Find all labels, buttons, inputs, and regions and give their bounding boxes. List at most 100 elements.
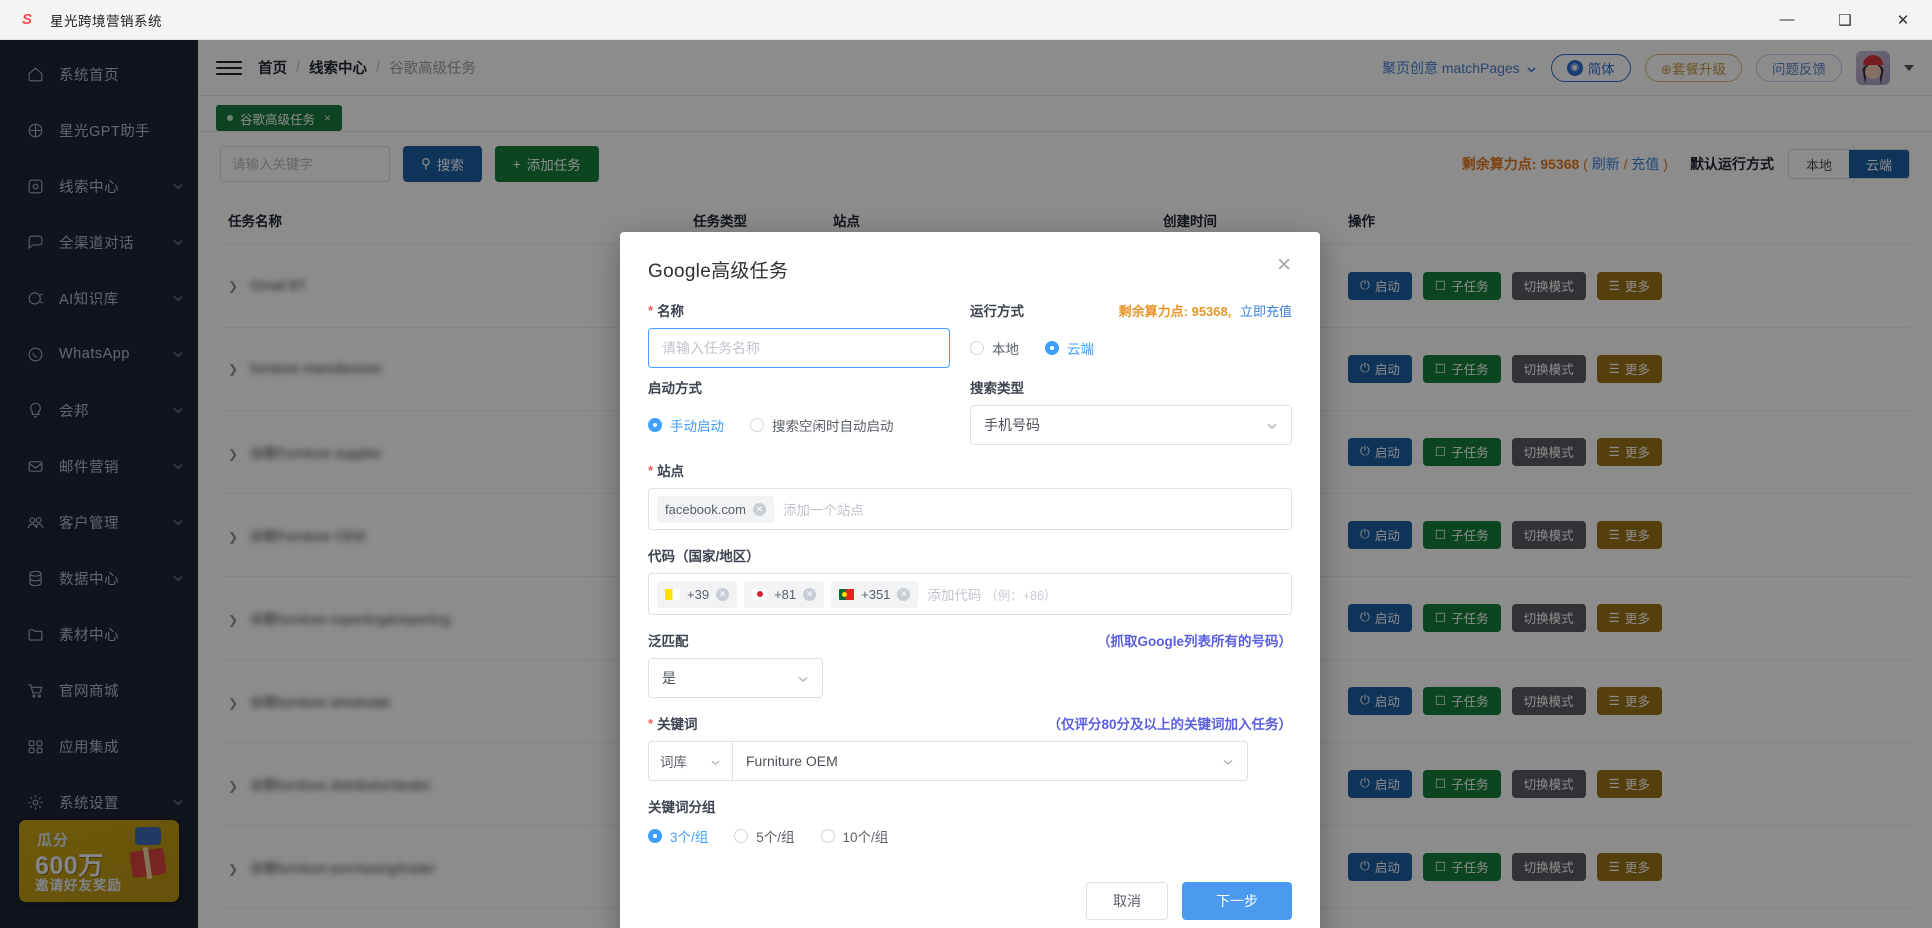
radio-circle (734, 829, 749, 843)
code-label: 代码（国家/地区） (648, 549, 760, 564)
start-mode-label-wrap: 启动方式 (648, 378, 950, 396)
modal-points-note: 剩余算力点: 95368, 立即充值 (1119, 301, 1292, 320)
name-label-wrap: * 名称 (648, 301, 950, 320)
keyword-source-select[interactable]: 词库 (648, 741, 732, 781)
recharge-link[interactable]: 立即充值 (1240, 304, 1292, 319)
site-tag-label: facebook.com (665, 501, 746, 517)
code-label-wrap: 代码（国家/地区） (648, 546, 1292, 564)
run-mode-cloud-radio[interactable]: 云端 (1045, 338, 1094, 358)
code-value: +351 (861, 586, 891, 602)
close-icon[interactable]: ✕ (1276, 256, 1292, 275)
run-mode-local-radio[interactable]: 本地 (970, 338, 1019, 358)
field-keyword-group: 关键词分组 3个/组 5个/组 10个/组 (648, 797, 1292, 848)
keyword-label: 关键词 (657, 717, 698, 732)
search-type-label-wrap: 搜索类型 (970, 378, 1292, 396)
site-label-wrap: * 站点 (648, 461, 1292, 480)
row-name-runmode: * 名称 运行方式 剩余算力点: 95368, 立即充值 (648, 301, 1292, 368)
close-icon[interactable]: ✕ (1874, 0, 1932, 39)
search-type-label: 搜索类型 (970, 381, 1024, 396)
keyword-group-3-radio[interactable]: 3个/组 (648, 826, 708, 846)
radio-circle (970, 341, 984, 355)
chevron-down-icon (1222, 755, 1234, 767)
required-asterisk: * (648, 462, 654, 478)
code-value: +81 (774, 586, 797, 602)
site-tag-input[interactable]: facebook.com ✕ 添加一个站点 (648, 488, 1292, 530)
required-asterisk: * (648, 715, 654, 731)
keyword-group-3-label: 3个/组 (670, 830, 709, 845)
run-mode-local-label: 本地 (992, 342, 1019, 357)
keyword-group-10-radio[interactable]: 10个/组 (820, 826, 889, 846)
run-mode-label-wrap: 运行方式 剩余算力点: 95368, 立即充值 (970, 301, 1292, 320)
site-placeholder: 添加一个站点 (782, 503, 864, 518)
dialog-header: Google高级任务 ✕ (648, 256, 1292, 283)
app-title: 星光跨境营销系统 (50, 13, 162, 29)
keyword-value: Furniture OEM (746, 753, 838, 769)
chevron-down-icon (797, 672, 809, 684)
radio-circle (1045, 341, 1059, 355)
minimize-icon[interactable]: — (1758, 0, 1816, 39)
code-placeholder: 添加代码 （例：+86） (925, 584, 1056, 604)
next-step-button[interactable]: 下一步 (1182, 882, 1292, 920)
radio-circle (750, 418, 764, 432)
field-name: * 名称 (648, 301, 970, 368)
start-mode-manual-radio[interactable]: 手动启动 (648, 415, 724, 435)
maximize-icon[interactable]: ❑ (1816, 0, 1874, 39)
field-run-mode: 运行方式 剩余算力点: 95368, 立即充值 本地 云端 (970, 301, 1292, 368)
run-mode-label: 运行方式 (970, 304, 1024, 319)
google-advanced-task-dialog: Google高级任务 ✕ * 名称 运行方式 (620, 232, 1320, 928)
broad-match-label-wrap: 泛匹配 （抓取Google列表所有的号码） (648, 631, 1292, 649)
name-label: 名称 (657, 304, 685, 319)
vatican-flag-icon (665, 588, 680, 600)
window-titlebar: S 星光跨境营销系统 — ❑ ✕ (0, 0, 1932, 40)
start-mode-manual-label: 手动启动 (670, 419, 724, 434)
broad-match-hint-link[interactable]: （抓取Google列表所有的号码） (1097, 630, 1292, 650)
points-value: 95368, (1191, 303, 1232, 319)
search-type-select[interactable]: 手机号码 (970, 405, 1292, 445)
remove-tag-icon[interactable]: ✕ (752, 502, 766, 516)
start-mode-auto-radio[interactable]: 搜索空闲时自动启动 (750, 415, 894, 435)
japan-flag-icon (752, 588, 768, 600)
search-type-value: 手机号码 (984, 417, 1040, 433)
keyword-group-label-wrap: 关键词分组 (648, 797, 1292, 815)
chevron-down-icon (1266, 419, 1278, 431)
field-keyword: * 关键词 （仅评分80分及以上的关键词加入任务） 词库 Furniture O… (648, 714, 1292, 781)
chevron-down-icon (710, 756, 721, 767)
field-site: * 站点 facebook.com ✕ 添加一个站点 (648, 461, 1292, 530)
dialog-body: * 名称 运行方式 剩余算力点: 95368, 立即充值 (648, 301, 1292, 920)
run-mode-radio-group: 本地 云端 (970, 328, 1292, 368)
points-label: 剩余算力点: (1118, 303, 1188, 319)
code-placeholder-main: 添加代码 (927, 588, 982, 603)
country-code-tag: +81 ✕ (744, 580, 825, 608)
keyword-hint-link[interactable]: （仅评分80分及以上的关键词加入任务） (1047, 713, 1292, 733)
keyword-group-10-label: 10个/组 (842, 830, 889, 845)
task-name-input[interactable] (648, 328, 950, 368)
remove-tag-icon[interactable]: ✕ (897, 587, 911, 601)
field-country-code: 代码（国家/地区） +39 ✕ +81 ✕ +351 ✕ 添加代码 （例：+86… (648, 546, 1292, 615)
broad-match-select[interactable]: 是 (648, 658, 823, 698)
dialog-title: Google高级任务 (648, 261, 789, 282)
site-label: 站点 (657, 464, 685, 479)
remove-tag-icon[interactable]: ✕ (803, 587, 817, 601)
portugal-flag-icon (839, 588, 855, 600)
keyword-source-value: 词库 (660, 755, 687, 770)
keyword-group-5-radio[interactable]: 5个/组 (734, 826, 795, 846)
app-logo-icon: S (21, 11, 32, 28)
broad-match-label: 泛匹配 (648, 634, 689, 649)
field-broad-match: 泛匹配 （抓取Google列表所有的号码） 是 (648, 631, 1292, 698)
code-placeholder-hint: （例：+86） (985, 589, 1057, 603)
cancel-button[interactable]: 取消 (1086, 882, 1168, 920)
start-mode-radio-group: 手动启动 搜索空闲时自动启动 (648, 405, 950, 445)
app-body: 系统首页 星光GPT助手 线索中心 全渠道对话 AI知识库 WhatsApp 会… (0, 40, 1932, 928)
code-value: +39 (687, 586, 710, 602)
remove-tag-icon[interactable]: ✕ (716, 587, 730, 601)
start-mode-auto-label: 搜索空闲时自动启动 (772, 419, 894, 434)
window-controls: — ❑ ✕ (1758, 0, 1932, 39)
keyword-value-select[interactable]: Furniture OEM (732, 741, 1248, 781)
keyword-label-wrap: * 关键词 （仅评分80分及以上的关键词加入任务） (648, 713, 1292, 733)
keyword-row: 词库 Furniture OEM (648, 741, 1248, 781)
run-mode-cloud-label: 云端 (1067, 342, 1094, 357)
row-startmode-searchtype: 启动方式 手动启动 搜索空闲时自动启动 搜索类型 手机号码 (648, 378, 1292, 445)
country-code-tag: +39 ✕ (657, 580, 738, 608)
country-code-tag-input[interactable]: +39 ✕ +81 ✕ +351 ✕ 添加代码 （例：+86） (648, 573, 1292, 615)
field-start-mode: 启动方式 手动启动 搜索空闲时自动启动 (648, 378, 970, 445)
